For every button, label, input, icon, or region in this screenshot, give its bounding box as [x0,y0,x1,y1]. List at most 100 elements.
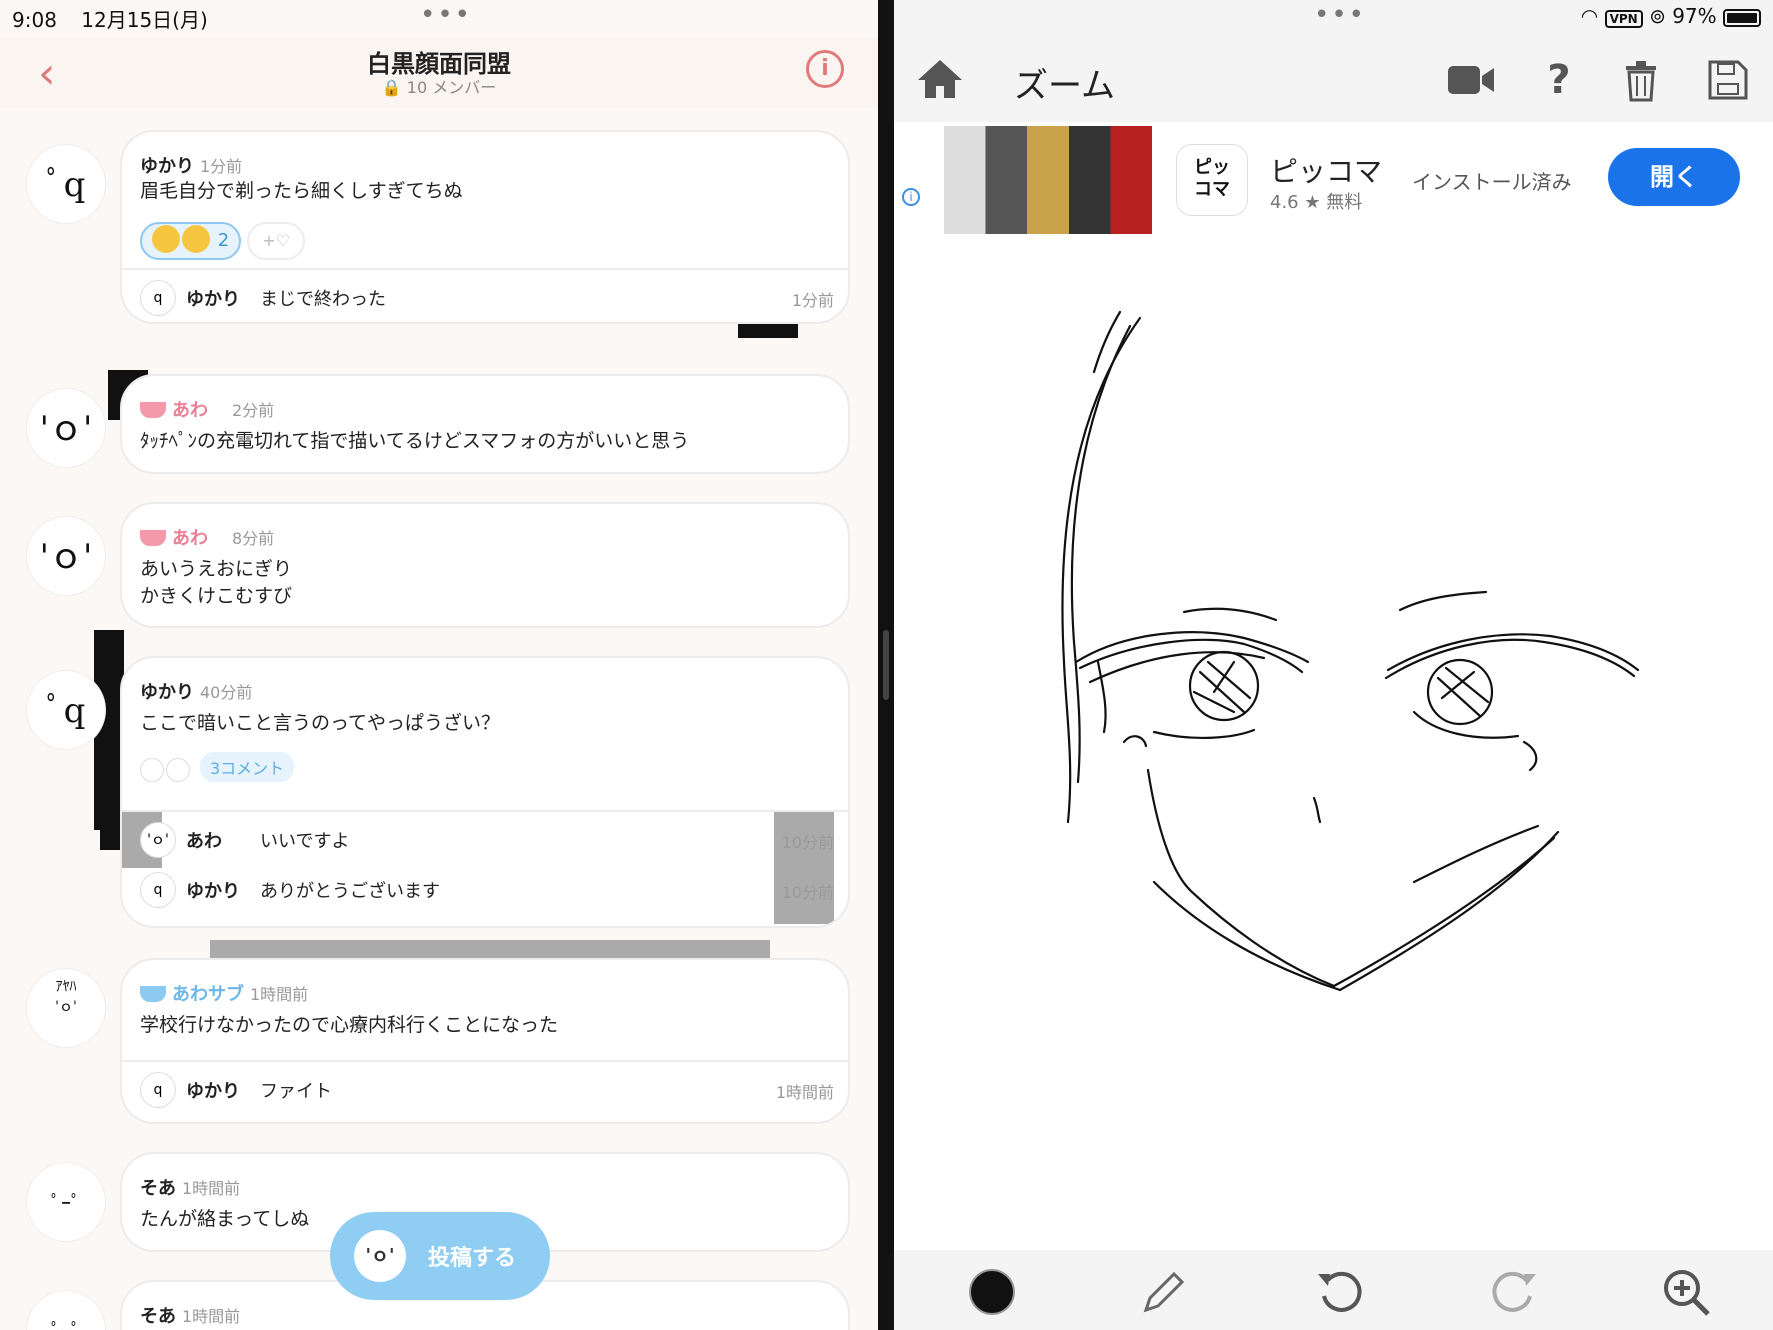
home-icon[interactable] [916,56,964,100]
cup-icon [140,402,166,418]
drawing-bottom-bar [894,1250,1773,1330]
post-card[interactable]: あわサブ 1時間前 学校行けなかったので心療内科行くことになった q ゆかり ファ… [120,958,850,1124]
drawing-canvas[interactable] [894,242,1773,1250]
save-icon[interactable] [1702,58,1752,102]
mode-title: ズーム [1014,66,1115,106]
post-author: そあ [140,1178,176,1199]
reply-time: 1時間前 [775,1083,834,1102]
post-card[interactable]: ゆかり 40分前 ここで暗いこと言うのってやっぱうざい？ 3コメント 'ｏ' あわ… [120,656,850,928]
brush-color-swatch[interactable] [966,1266,1018,1318]
divider-grip[interactable] [883,630,889,700]
reply-row[interactable]: 'ｏ' あわ いいですよ 10分前 [122,810,848,924]
post-feed[interactable]: ﾟq ゆかり 1分前 眉毛自分で剃ったら細くしすぎてちぬ 2 +♡ q ゆかり まじ… [0,110,878,1330]
crying-emoji-icon [182,225,210,253]
reply-time: 10分前 [781,833,834,852]
ad-info-icon[interactable]: i [902,188,920,206]
compose-post-label: 投稿する [428,1246,517,1271]
reply-avatar: 'ｏ' [140,822,176,858]
reply-text: いいですよ [260,831,350,852]
user-avatar[interactable]: ｱﾔﾊ'ｏ' [26,968,106,1048]
sketch-stroke [1152,880,1342,992]
comment-count-badge[interactable]: 3コメント [200,752,295,782]
member-count: 🔒 10 メンバー [381,78,497,97]
ad-app-name: ピッコマ [1270,155,1383,188]
zoom-in-icon[interactable] [1660,1266,1712,1318]
reply-row[interactable]: q ゆかり ファイト 1時間前 [122,1060,848,1116]
cup-icon [140,530,166,546]
post-time: 1時間前 [182,1179,241,1198]
post-text: ﾀｯﾁﾍﾟﾝの充電切れて指で描いてるけどスマフォの方がいいと思う [140,430,690,452]
status-bar: ◠ VPN ⊚ 97% [1581,4,1761,28]
reply-text: ファイト [260,1081,332,1102]
trash-icon[interactable] [1616,58,1666,102]
reply-author: ゆかり [186,289,240,310]
multitask-handle[interactable]: ••• [420,0,472,30]
add-reaction-button[interactable]: +♡ [247,222,306,260]
battery-percent: 97% [1672,4,1717,28]
sketch-stroke [1074,631,1310,664]
post-time: 1時間前 [250,985,309,1004]
user-avatar[interactable]: 'ｏ' [26,388,106,468]
reaction-crying-button[interactable]: 2 [140,222,242,260]
reply-time: 1分前 [791,291,834,310]
ad-manga-image[interactable] [944,126,1152,234]
sketch-stroke [1522,740,1538,772]
reply-author: ゆかり [186,881,240,902]
post-text: たんが絡まってしぬ [140,1208,310,1230]
sketch-stroke [1412,824,1540,884]
ad-banner[interactable]: i ピッ コマ ピッコマ 4.6 ★ 無料 インストール済み 開く [894,122,1773,242]
post-header: あわ 8分前 [140,524,274,550]
split-view-divider[interactable] [878,0,894,1330]
reply-avatar: q [140,1072,176,1108]
reply-text: ありがとうございます [260,881,440,902]
reply-author: ゆかり [186,1081,240,1102]
chat-app-pane: 9:08 12月15日(月) ••• ‹ 白黒顔面同盟 🔒 10 メンバー i … [0,0,878,1330]
user-avatar[interactable]: ﾟｰﾟ [26,1162,106,1242]
sketch-stroke [1192,660,1252,714]
drawing-app-pane: ••• ◠ VPN ⊚ 97% ズーム ? i ピッ コマ ピッコマ 4.6 ★… [894,0,1773,1330]
sketch-stroke [1182,607,1278,622]
user-avatar[interactable]: ﾟq [26,670,106,750]
post-author: あわ [172,528,208,549]
sketch-stroke [1092,310,1122,374]
reply-avatar: q [140,872,176,908]
ad-open-button[interactable]: 開く [1608,148,1740,206]
crying-emoji-icon [152,225,180,253]
pencil-icon[interactable] [1138,1266,1190,1318]
post-time: 40分前 [200,683,253,702]
post-card[interactable]: ゆかり 1分前 眉毛自分で剃ったら細くしすぎてちぬ 2 +♡ q ゆかり まじで終わ… [120,130,850,324]
post-card[interactable]: あわ 8分前 あいうえおにぎり かきくけこむすび [120,502,850,628]
sketch-stroke [1338,830,1560,992]
post-author: ゆかり [140,156,194,177]
reply-row[interactable]: q ゆかり ありがとうございます 10分前 [122,862,848,918]
post-header: あわサブ 1時間前 [140,980,308,1006]
multitask-handle[interactable]: ••• [1314,0,1366,30]
sketch-stroke [1096,660,1107,734]
drawing-toolbar: ••• ◠ VPN ⊚ 97% ズーム ? [894,0,1773,122]
video-camera-icon[interactable] [1446,58,1496,102]
post-time: 2分前 [232,401,275,420]
post-card[interactable]: あわ 2分前 ﾀｯﾁﾍﾟﾝの充電切れて指で描いてるけどスマフォの方がいいと思う [120,374,850,474]
reply-row[interactable]: q ゆかり まじで終わった 1分前 [122,268,848,322]
user-avatar[interactable]: 'ｏ' [26,516,106,596]
info-icon[interactable]: i [806,50,844,88]
app-icon[interactable]: ピッ コマ [1176,144,1248,216]
my-avatar: 'ｏ' [354,1230,406,1282]
reply-author: あわ [186,831,222,852]
post-author: そあ [140,1306,176,1327]
post-time: 1時間前 [182,1307,241,1326]
post-text: 眉毛自分で剃ったら細くしすぎてちぬ [140,180,463,202]
group-header: ‹ 白黒顔面同盟 🔒 10 メンバー i [0,38,878,108]
post-text: 学校行けなかったので心療内科行くことになった [140,1014,559,1036]
user-avatar[interactable]: ﾟｰﾟ [26,1290,106,1330]
post-text-line2: かきくけこむすび [140,585,293,607]
vpn-badge: VPN [1604,10,1643,28]
undo-icon[interactable] [1314,1266,1366,1318]
sketch-stroke [1146,768,1336,988]
compose-post-button[interactable]: 'ｏ' 投稿する [330,1212,550,1300]
redo-icon[interactable] [1488,1266,1540,1318]
sketch-stroke [1332,836,1556,988]
user-avatar[interactable]: ﾟq [26,144,106,224]
comment-summary[interactable]: 3コメント [140,752,295,782]
help-icon[interactable]: ? [1534,58,1584,102]
